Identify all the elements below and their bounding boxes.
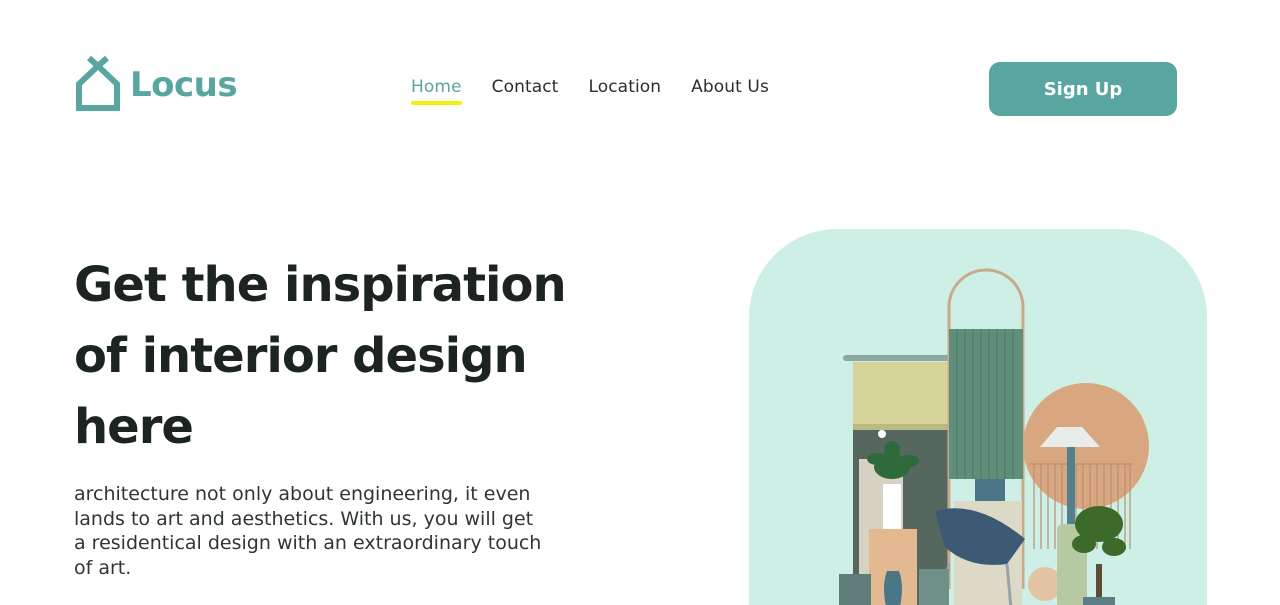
hero-headline-line: of interior design [74, 328, 528, 384]
nav-location[interactable]: Location [588, 77, 661, 103]
house-icon [76, 56, 120, 111]
hero-description-line: lands to art and aesthetics. With us, yo… [74, 507, 534, 530]
hero-headline-line: Get the inspiration [74, 257, 567, 313]
nav-about-us[interactable]: About Us [691, 77, 769, 103]
main-nav: Home Contact Location About Us [411, 77, 769, 105]
nav-contact[interactable]: Contact [492, 77, 559, 103]
hero-headline: Get the inspiration of interior design h… [74, 250, 614, 463]
brand-name: Locus [130, 65, 238, 105]
hero-description-line: architecture not only about engineering,… [74, 483, 531, 505]
sign-up-button[interactable]: Sign Up [989, 62, 1177, 116]
hero-headline-line: here [74, 399, 194, 455]
hero-description-line: a residentical design with an extraordin… [74, 532, 542, 554]
nav-home[interactable]: Home [411, 77, 462, 105]
hero-image [749, 229, 1207, 605]
interior-design-illustration [839, 268, 1149, 605]
hero-description: architecture not only about engineering,… [74, 482, 594, 580]
brand-logo[interactable]: Locus [73, 56, 238, 114]
hero-description-line: of art. [74, 556, 132, 579]
